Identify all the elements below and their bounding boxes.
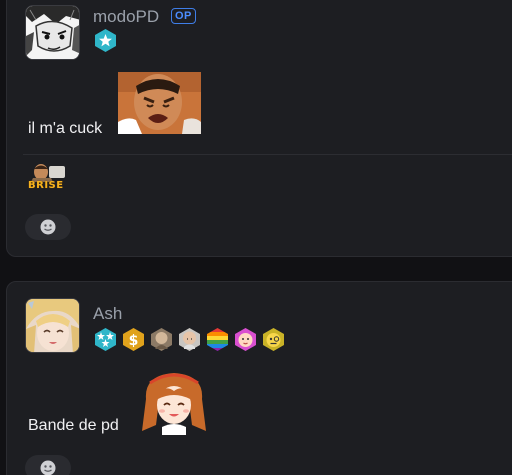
avatar-ash[interactable] (25, 298, 80, 353)
anime-avatar-image (26, 299, 79, 352)
old-man-badge[interactable] (149, 327, 174, 352)
rainbow-hexagon-badge[interactable] (205, 327, 230, 352)
brise-sticker[interactable]: BRISE (27, 162, 69, 192)
op-badge: OP (171, 8, 196, 24)
star-hexagon-badge[interactable] (93, 28, 118, 53)
bald-man-badge[interactable] (177, 327, 202, 352)
manga-avatar-image (26, 6, 79, 59)
double-star-hexagon-badge[interactable] (93, 327, 118, 352)
crying-man-sticker[interactable] (118, 72, 201, 134)
message-text: Bande de pd (28, 417, 119, 434)
add-reaction-icon (40, 219, 56, 235)
avatar-modopd[interactable] (25, 5, 80, 60)
message-text: il m'a cuck (28, 120, 103, 137)
user-badges (93, 28, 118, 53)
post-card-1: modoPD OP il m'a cuck BRISE (6, 0, 512, 257)
username[interactable]: Ash (93, 304, 122, 324)
anime-girl-sticker[interactable] (140, 369, 208, 435)
add-reaction-button[interactable] (25, 455, 71, 475)
brise-sticker-label: BRISE (28, 180, 64, 191)
monocle-face-badge[interactable] (261, 327, 286, 352)
post-card-2: Ash $ Bande de pd (6, 281, 512, 475)
username[interactable]: modoPD (93, 7, 159, 27)
dollar-coin-badge[interactable]: $ (121, 327, 146, 352)
post-divider (23, 154, 512, 155)
user-badges: $ (93, 327, 286, 352)
add-reaction-icon (40, 460, 56, 475)
svg-text:$: $ (129, 333, 139, 349)
add-reaction-button[interactable] (25, 214, 71, 240)
baby-face-badge[interactable] (233, 327, 258, 352)
